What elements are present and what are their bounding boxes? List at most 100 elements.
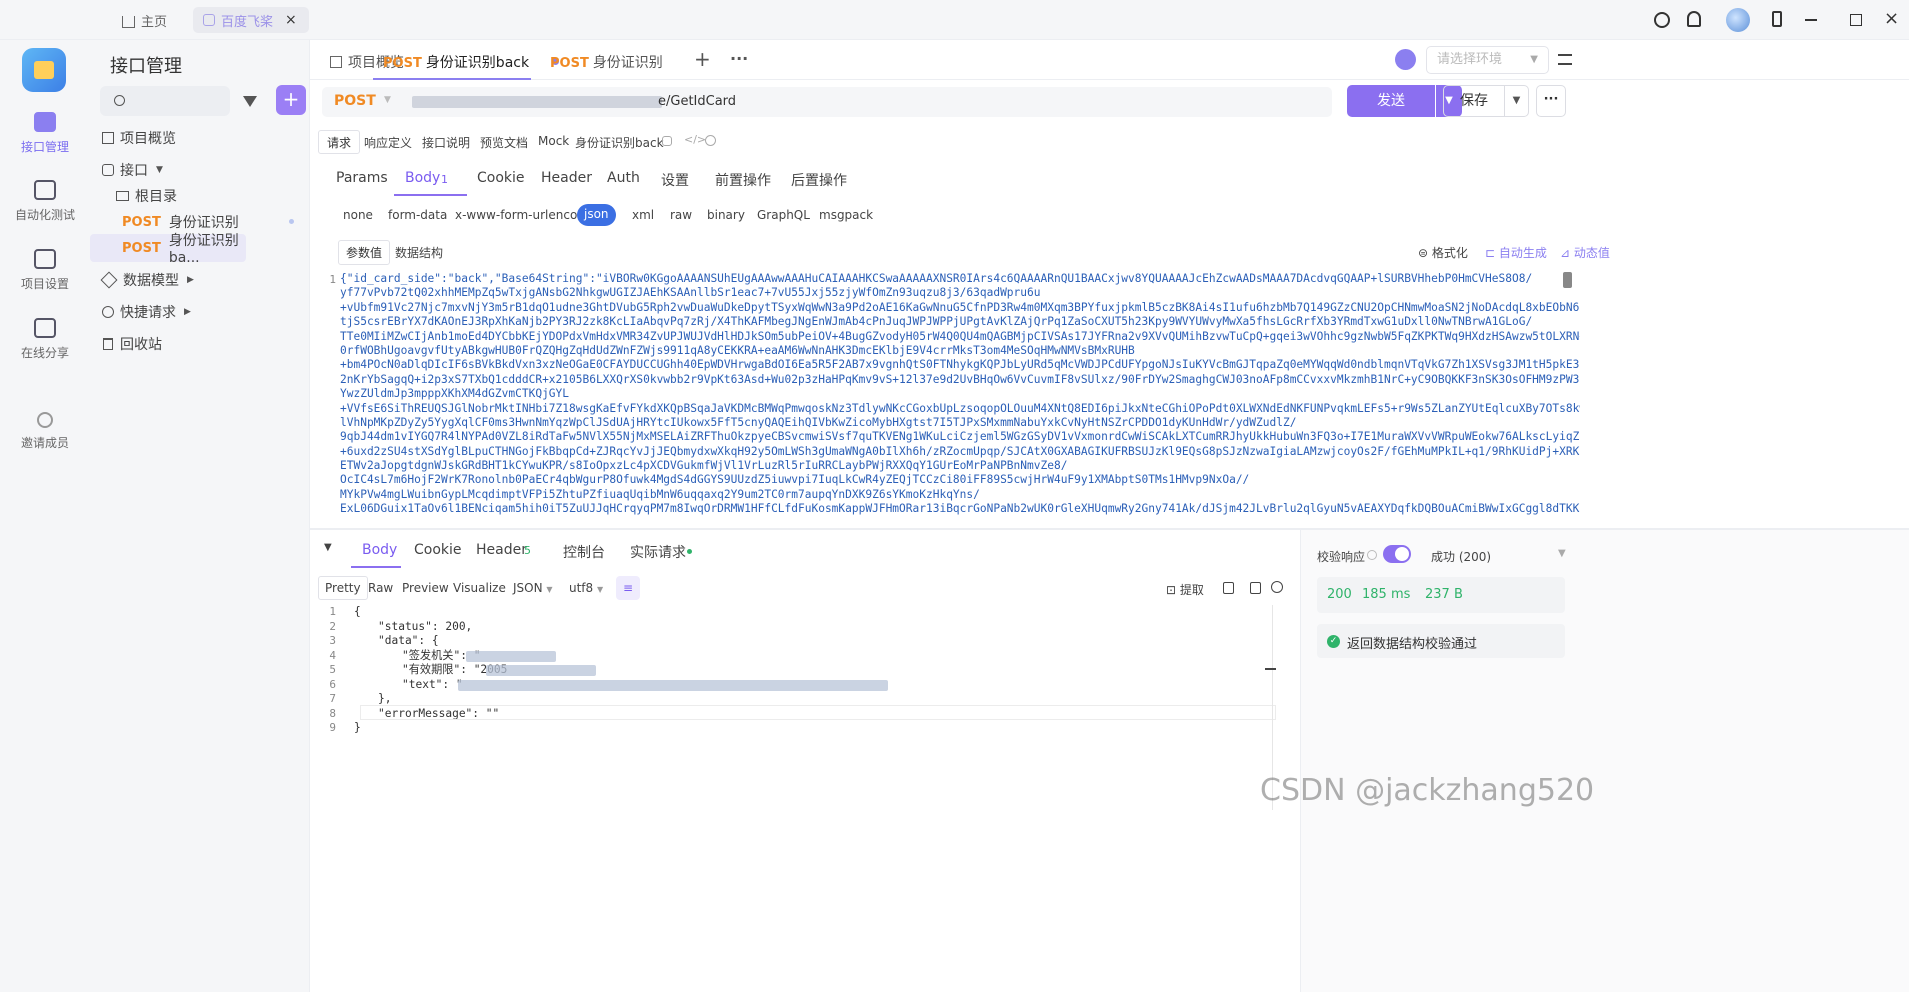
format-select[interactable]: JSON ▼	[513, 581, 553, 595]
body-type-graphql[interactable]: GraphQL	[757, 208, 810, 222]
tab-data-schema[interactable]: 数据结构	[395, 244, 443, 261]
tab-request[interactable]: POST 身份证识别	[550, 52, 663, 72]
response-body-viewer[interactable]: 1{2 "status": 200, 3 "data": {4 "签发机关": " 5 "有…	[310, 605, 1276, 785]
tab-response-cookie[interactable]: Cookie	[414, 542, 462, 558]
tab-cookie[interactable]: Cookie	[477, 170, 525, 186]
sidebar-request-2[interactable]: POST 身份证识别ba...	[90, 233, 246, 266]
tab-auth[interactable]: Auth	[607, 170, 640, 186]
body-type-none[interactable]: none	[343, 208, 373, 222]
extract-button[interactable]: ⊡ 提取	[1166, 581, 1204, 598]
tab-response-def[interactable]: 响应定义	[364, 134, 412, 151]
download-icon[interactable]	[1223, 582, 1234, 594]
tab-settings[interactable]: 设置	[661, 170, 689, 190]
sidebar-item-interfaces[interactable]: 接口 ▼	[100, 156, 298, 184]
response-line: 1{	[310, 605, 1276, 620]
code-icon[interactable]: </>	[684, 133, 706, 146]
settings-icon[interactable]	[1654, 12, 1670, 28]
new-tab-button[interactable]: +	[694, 47, 711, 71]
minimize-icon[interactable]	[1805, 19, 1817, 21]
project-tab[interactable]: 百度飞桨 ×	[193, 7, 309, 33]
charset-select[interactable]: utf8 ▼	[569, 581, 603, 595]
sidebar-item-quick[interactable]: 快捷请求 ▶	[100, 298, 298, 326]
view-pretty[interactable]: Pretty	[318, 576, 368, 600]
url-bar[interactable]: POST ▼ e/GetIdCard	[322, 87, 1332, 117]
response-text: }	[354, 721, 361, 734]
tab-mock[interactable]: Mock	[538, 134, 569, 148]
tab-post-ops[interactable]: 后置操作	[791, 170, 847, 190]
request-name-label[interactable]: 身份证识别back	[575, 134, 664, 151]
collapse-icon[interactable]: ▼	[324, 542, 332, 553]
close-tab-icon[interactable]: ×	[285, 12, 297, 28]
main-panel: 项目概览 POST 身份证识别back POST 身份证识别 + ··· 请选择环境…	[310, 40, 1909, 992]
nav-online-share[interactable]: 在线分享	[0, 318, 90, 361]
validate-toggle[interactable]	[1383, 545, 1411, 563]
editor-scrollbar[interactable]	[1563, 272, 1572, 288]
view-visualize[interactable]: Visualize	[453, 581, 506, 595]
redacted-value	[466, 650, 556, 662]
body-type-raw[interactable]: raw	[670, 208, 692, 222]
environment-select[interactable]: 请选择环境 ▼	[1426, 46, 1549, 74]
nav-project-settings[interactable]: 项目设置	[0, 249, 90, 292]
code-line: {"id_card_side":"back","Base64String":"i…	[340, 272, 1533, 285]
help-icon[interactable]	[1367, 550, 1377, 560]
tab-console[interactable]: 控制台	[563, 542, 605, 562]
filter-button[interactable]	[240, 86, 260, 116]
tab-pre-ops[interactable]: 前置操作	[715, 170, 771, 190]
pin-icon[interactable]	[1772, 11, 1782, 27]
nav-auto-test[interactable]: 自动化测试	[0, 180, 90, 223]
wrap-toggle[interactable]: ≡	[616, 576, 640, 600]
sidebar-item-models[interactable]: 数据模型 ▶	[100, 266, 298, 294]
link-icon[interactable]	[662, 136, 672, 146]
history-icon[interactable]	[705, 135, 716, 146]
tab-param-value[interactable]: 参数值	[338, 240, 391, 265]
tab-params[interactable]: Params	[336, 170, 388, 186]
tab-interface-desc[interactable]: 接口说明	[422, 134, 470, 151]
chevron-down-icon[interactable]: ▼	[1558, 548, 1566, 559]
save-options-button[interactable]: ▼	[1505, 85, 1529, 117]
tab-header[interactable]: Header	[541, 170, 592, 186]
response-size: 237 B	[1425, 587, 1463, 602]
maximize-icon[interactable]	[1850, 14, 1862, 26]
left-nav: 接口管理 自动化测试 项目设置 在线分享 邀请成员	[0, 40, 90, 992]
view-preview[interactable]: Preview	[402, 581, 449, 595]
copy-icon[interactable]	[1250, 582, 1261, 594]
bell-icon[interactable]	[1687, 11, 1701, 27]
request-body-editor[interactable]: 1 {"id_card_side":"back","Base64String":…	[310, 268, 1580, 518]
chevron-down-icon: ▼	[156, 165, 163, 175]
format-button[interactable]: ⊜ 格式化	[1418, 244, 1468, 261]
send-button[interactable]: 发送	[1347, 85, 1435, 117]
body-type-form-data[interactable]: form-data	[388, 208, 447, 222]
tab-response-header[interactable]: Header	[476, 542, 527, 558]
save-button[interactable]: 保存	[1443, 85, 1505, 117]
sidebar-item-root[interactable]: 根目录	[116, 182, 298, 210]
nav-invite-members[interactable]: 邀请成员	[0, 412, 90, 451]
avatar[interactable]	[1726, 8, 1750, 32]
sidebar-item-trash[interactable]: 回收站	[100, 330, 298, 358]
more-actions-button[interactable]: ···	[1536, 85, 1566, 117]
body-type-binary[interactable]: binary	[707, 208, 745, 222]
validate-status-select[interactable]: 成功 (200)	[1431, 548, 1491, 565]
nav-interface-management[interactable]: 接口管理	[0, 112, 90, 155]
auto-generate-button[interactable]: ⊏ 自动生成	[1485, 244, 1547, 261]
environment-icon[interactable]	[1395, 49, 1416, 70]
body-type-json[interactable]: json	[577, 204, 616, 226]
tab-request[interactable]: 请求	[318, 130, 361, 154]
home-tab[interactable]: 主页	[112, 7, 177, 33]
method-select[interactable]: POST	[334, 93, 376, 109]
view-raw[interactable]: Raw	[368, 581, 393, 595]
more-tabs-button[interactable]: ···	[730, 49, 748, 68]
dynamic-value-button[interactable]: ⊿ 动态值	[1560, 244, 1610, 261]
add-button[interactable]: +	[276, 85, 306, 115]
search-icon[interactable]	[1271, 581, 1283, 593]
url-input[interactable]: e/GetIdCard	[658, 94, 736, 109]
close-window-icon[interactable]: ×	[1884, 8, 1899, 29]
body-type-xml[interactable]: xml	[632, 208, 654, 222]
code-line: MYkPVw4mgLWuibnGypLMcqdimptVFPi5ZhtuPZfi…	[340, 487, 980, 501]
tab-preview-doc[interactable]: 预览文档	[480, 134, 528, 151]
search-input[interactable]	[100, 86, 230, 116]
body-type-msgpack[interactable]: msgpack	[819, 208, 873, 222]
sidebar-item-overview[interactable]: 项目概览	[100, 124, 298, 152]
chevron-right-icon: ▶	[187, 275, 194, 285]
menu-icon[interactable]	[1558, 54, 1572, 65]
tab-actual-request[interactable]: 实际请求	[630, 542, 686, 562]
